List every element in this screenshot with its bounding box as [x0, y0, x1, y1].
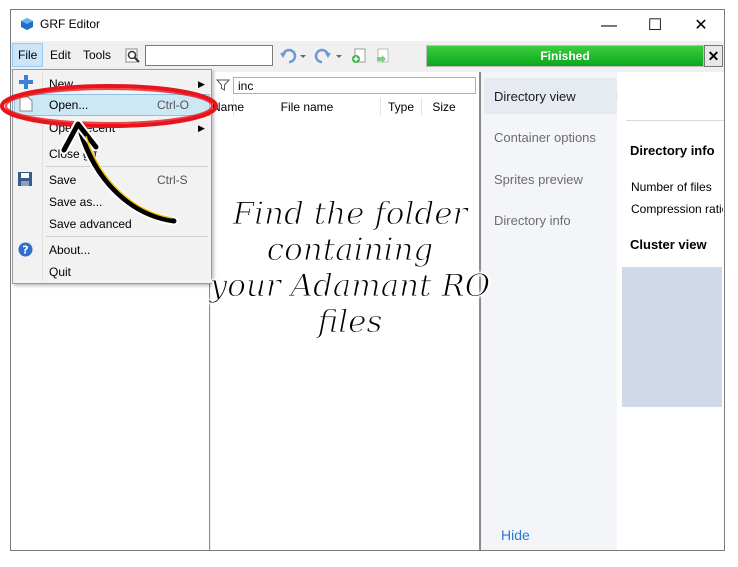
new-plus-icon — [19, 75, 33, 89]
minimize-button[interactable]: — — [586, 10, 632, 41]
redo-dropdown-icon[interactable] — [334, 47, 344, 65]
divider — [626, 120, 724, 121]
column-header-type[interactable]: Type — [381, 98, 422, 116]
search-icon[interactable] — [124, 47, 142, 65]
tab-container-options[interactable]: Container options — [494, 130, 596, 145]
open-file-icon — [19, 96, 33, 112]
annotation-caption: Find the folder containing your Adamant … — [180, 196, 520, 341]
undo-icon[interactable] — [279, 47, 297, 65]
menu-separator — [46, 166, 208, 167]
submenu-arrow-icon: ▶ — [198, 123, 205, 133]
menu-item-new[interactable]: New — [49, 77, 73, 91]
submenu-arrow-icon: ▶ — [198, 79, 205, 89]
menu-item-about[interactable]: About... — [49, 243, 90, 257]
column-header-size[interactable]: Size — [422, 98, 466, 116]
cluster-view-canvas — [622, 267, 722, 407]
menu-item-close-grf[interactable]: Close grf — [49, 147, 97, 161]
column-header-name[interactable]: Name — [212, 98, 244, 116]
menu-item-open[interactable]: Open... — [49, 98, 88, 112]
menu-item-save-as[interactable]: Save as... — [49, 195, 102, 209]
app-logo-icon — [21, 18, 33, 30]
menu-tools[interactable]: Tools — [78, 43, 116, 67]
shortcut-save: Ctrl-S — [157, 173, 188, 187]
menu-edit[interactable]: Edit — [45, 43, 76, 67]
window-title: GRF Editor — [40, 17, 101, 31]
tab-directory-view[interactable]: Directory view — [494, 89, 576, 104]
menu-item-quit[interactable]: Quit — [49, 265, 71, 279]
save-disk-icon — [18, 172, 32, 186]
column-header-file-name[interactable]: File name — [234, 98, 381, 116]
menu-file[interactable]: File — [12, 43, 44, 67]
maximize-button[interactable]: ☐ — [632, 10, 678, 41]
add-file-icon[interactable] — [350, 47, 368, 65]
progress-bar: Finished — [426, 45, 704, 67]
directory-info-title: Directory info — [630, 143, 715, 158]
filter-input[interactable] — [233, 77, 476, 94]
svg-text:?: ? — [22, 244, 28, 257]
search-input[interactable] — [145, 45, 273, 66]
compression-ratio-label: Compression ratio — [631, 202, 723, 216]
shortcut-open: Ctrl-O — [157, 98, 189, 112]
menu-item-save[interactable]: Save — [49, 173, 76, 187]
about-help-icon: ? — [18, 242, 33, 257]
menu-item-save-advanced[interactable]: Save advanced — [49, 217, 132, 231]
tab-sprites-preview[interactable]: Sprites preview — [494, 172, 583, 187]
import-file-icon[interactable] — [373, 47, 391, 65]
number-of-files-label: Number of files — [631, 180, 712, 194]
undo-dropdown-icon[interactable] — [298, 47, 308, 65]
redo-icon[interactable] — [314, 47, 332, 65]
cluster-view-title: Cluster view — [630, 237, 707, 252]
filter-icon — [216, 79, 230, 91]
progress-close-button[interactable]: ✕ — [704, 45, 723, 67]
hide-link[interactable]: Hide — [501, 527, 530, 543]
annotation-line-1: Find the folder containing — [232, 196, 468, 269]
annotation-line-2: your Adamant RO files — [209, 268, 491, 341]
menu-item-open-recent[interactable]: Open recent — [49, 121, 115, 135]
close-button[interactable]: ✕ — [678, 10, 724, 41]
